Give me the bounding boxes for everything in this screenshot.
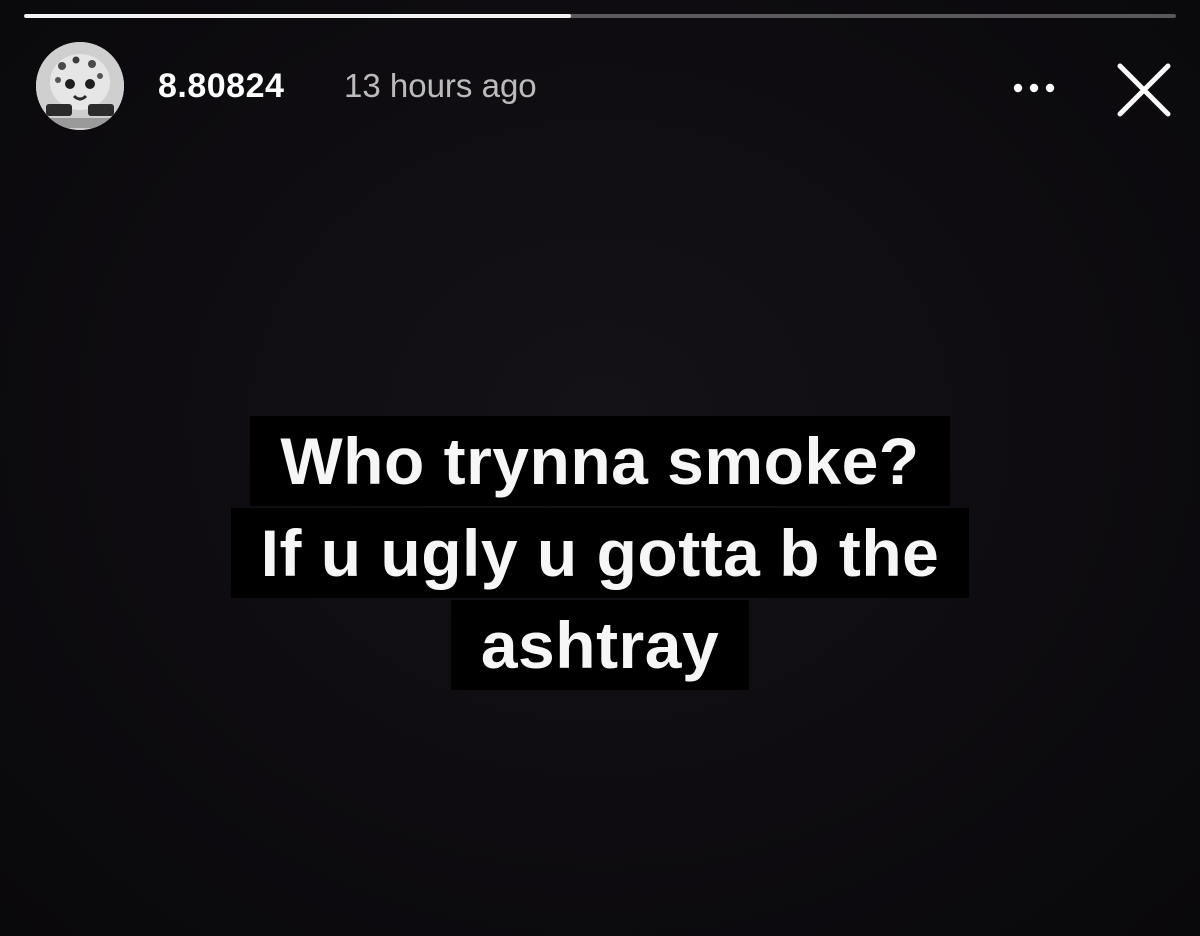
story-viewer[interactable]: 8.80824 13 hours ago Who trynna smoke? I… <box>0 0 1200 936</box>
caption-line-1: Who trynna smoke? <box>250 416 950 506</box>
caption-line-2: If u ugly u gotta b the <box>230 508 970 598</box>
close-x-icon <box>1117 63 1171 117</box>
username[interactable]: 8.80824 <box>158 66 284 106</box>
more-options-button[interactable] <box>998 66 1070 110</box>
leopard-avatar-icon <box>36 42 124 130</box>
post-timestamp: 13 hours ago <box>344 67 537 104</box>
ellipsis-icon <box>1013 83 1055 93</box>
caption-line-3: ashtray <box>450 600 750 690</box>
story-caption: Who trynna smoke? If u ugly u gotta b th… <box>0 416 1200 692</box>
avatar[interactable] <box>36 42 124 130</box>
close-button[interactable] <box>1104 50 1184 130</box>
story-progress-fill <box>24 14 572 18</box>
story-progress-bar <box>24 14 1176 18</box>
